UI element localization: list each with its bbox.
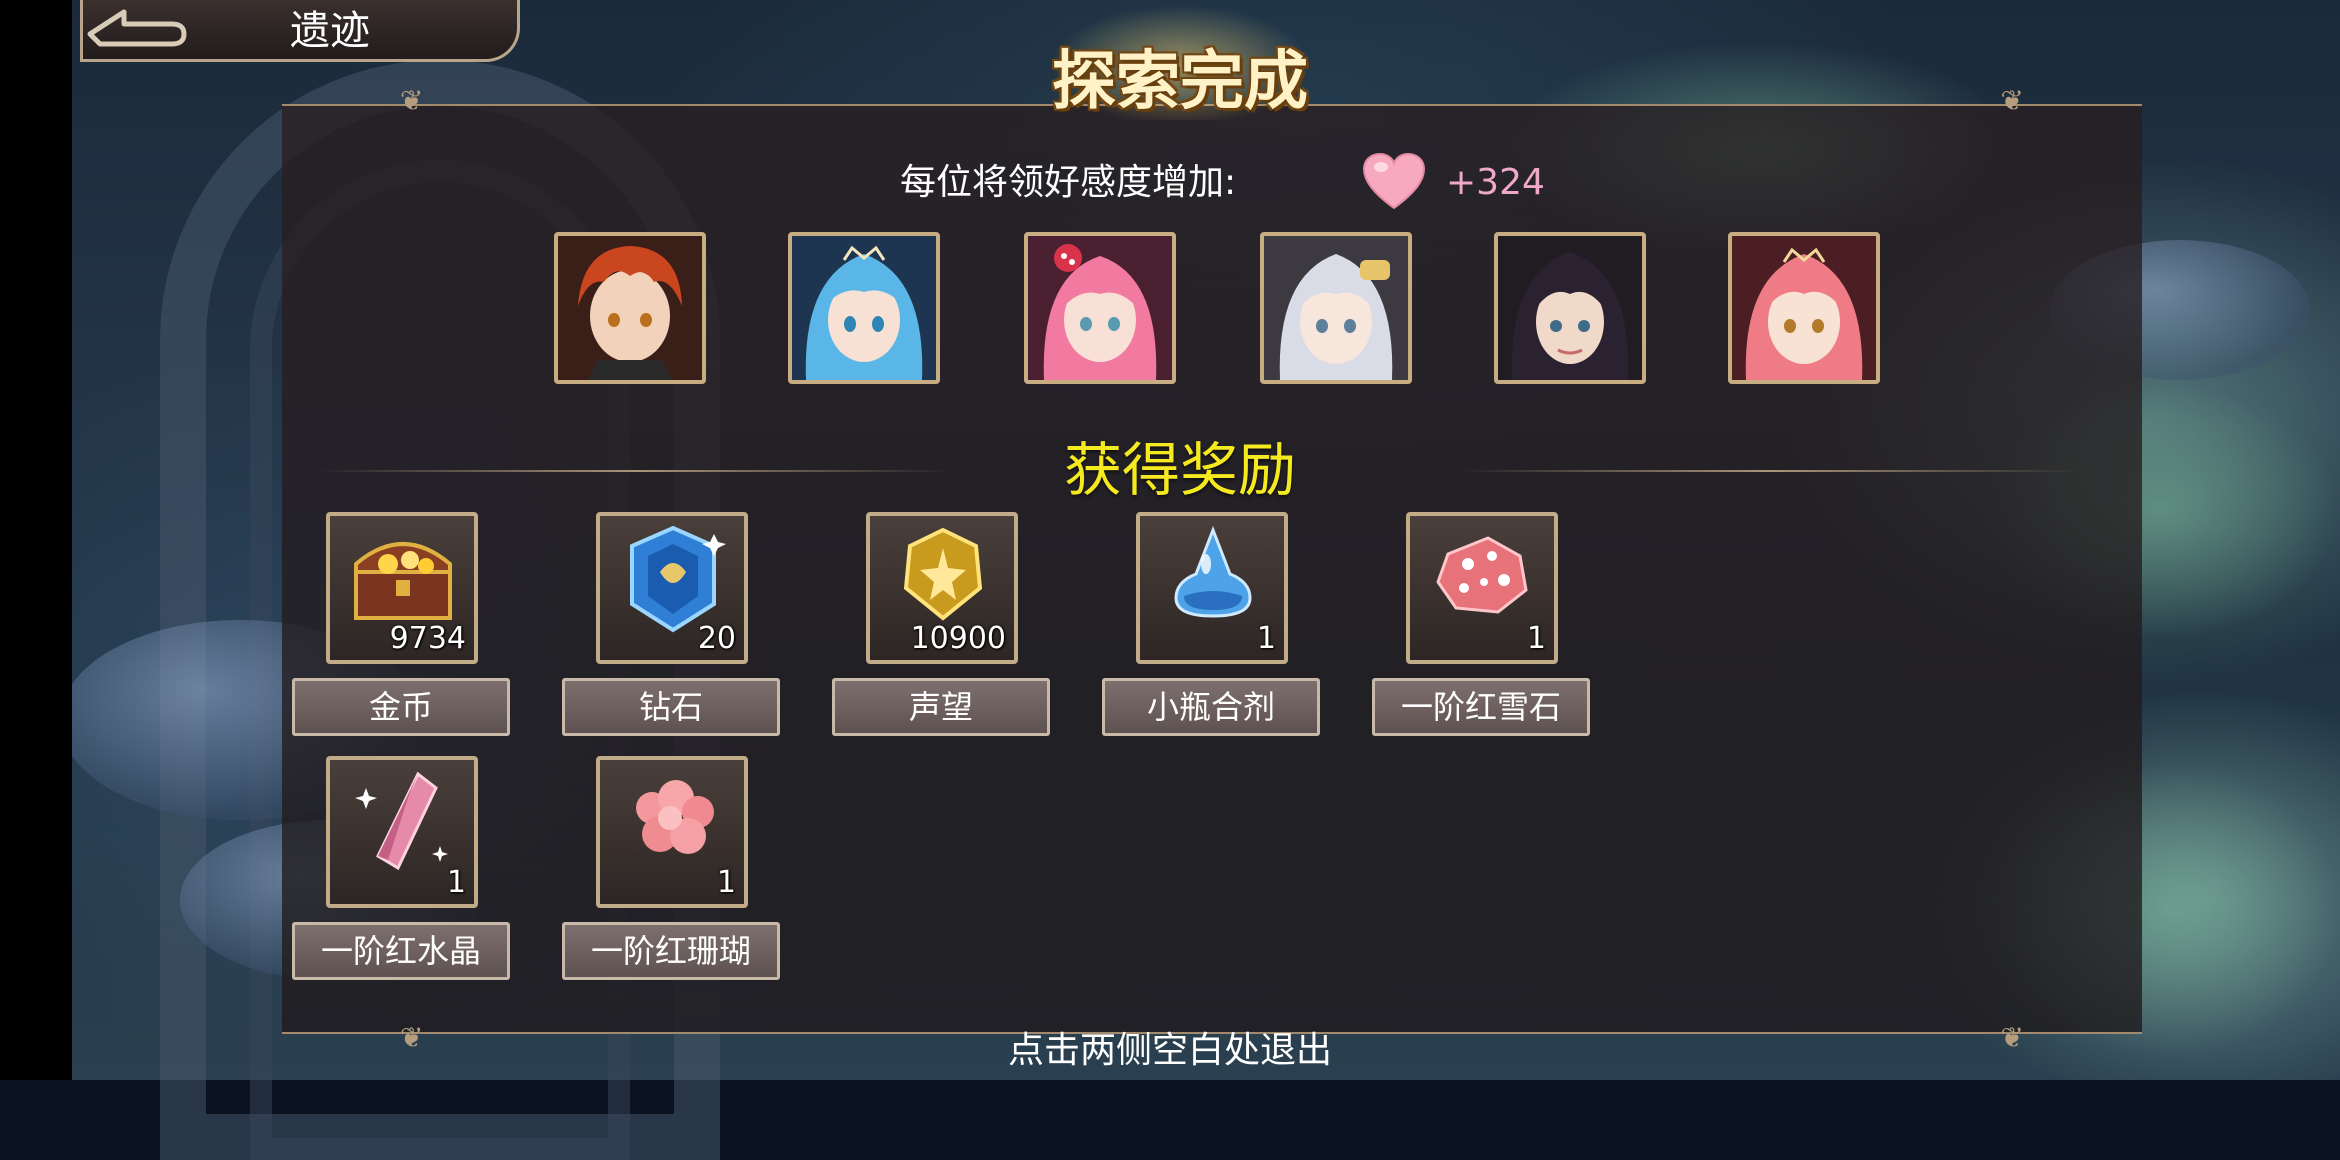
hero-portrait-1[interactable] bbox=[554, 232, 706, 384]
corner-ornament: ❦ bbox=[2000, 1021, 2024, 1054]
item-label: 一阶红雪石 bbox=[1372, 678, 1590, 736]
item-label: 小瓶合剂 bbox=[1102, 678, 1320, 736]
corner-ornament: ❦ bbox=[400, 84, 424, 117]
affection-value: +324 bbox=[1446, 162, 1545, 203]
reward-item-potion[interactable]: 1 bbox=[1136, 512, 1288, 664]
page-title: 探索完成 bbox=[1052, 45, 1308, 119]
potion-bottle-icon bbox=[1174, 525, 1252, 618]
item-count: 1 bbox=[446, 865, 466, 900]
reward-item-prestige[interactable]: 10900 bbox=[866, 512, 1018, 664]
screen-edge bbox=[0, 0, 72, 1080]
corner-ornament: ❦ bbox=[400, 1021, 424, 1054]
reward-item-gold[interactable]: 9734 bbox=[326, 512, 478, 664]
heart-icon bbox=[1362, 152, 1426, 212]
red-snow-stone-icon bbox=[1436, 536, 1528, 614]
hero-portrait-5[interactable] bbox=[1494, 232, 1646, 384]
item-label: 金币 bbox=[292, 678, 510, 736]
prestige-badge-icon bbox=[903, 527, 983, 621]
divider-left bbox=[320, 470, 950, 472]
hero-portrait-2[interactable] bbox=[788, 232, 940, 384]
treasure-chest-icon bbox=[354, 542, 452, 620]
hero-portrait-4[interactable] bbox=[1260, 232, 1412, 384]
back-arrow-icon bbox=[87, 9, 187, 47]
reward-item-diamond[interactable]: 20 bbox=[596, 512, 748, 664]
divider-right bbox=[1460, 470, 2080, 472]
item-label: 一阶红珊瑚 bbox=[562, 922, 780, 980]
hero-portrait-6[interactable] bbox=[1728, 232, 1880, 384]
hero-portrait-3[interactable] bbox=[1024, 232, 1176, 384]
corner-ornament: ❦ bbox=[2000, 84, 2024, 117]
item-count: 1 bbox=[1526, 621, 1546, 656]
exit-hint: 点击两侧空白处退出 bbox=[1007, 1030, 1332, 1071]
red-crystal-icon bbox=[355, 771, 448, 871]
reward-item-red-coral[interactable]: 1 bbox=[596, 756, 748, 908]
nav-title: 遗迹 bbox=[290, 8, 370, 54]
item-count: 20 bbox=[697, 621, 736, 656]
affection-label: 每位将领好感度增加: bbox=[900, 162, 1237, 203]
reward-item-red-snow-stone[interactable]: 1 bbox=[1406, 512, 1558, 664]
item-count: 1 bbox=[1256, 621, 1276, 656]
rewards-title: 获得奖励 bbox=[1063, 436, 1296, 504]
item-count: 9734 bbox=[389, 621, 466, 656]
item-count: 1 bbox=[716, 865, 736, 900]
item-label: 一阶红水晶 bbox=[292, 922, 510, 980]
reward-item-red-crystal[interactable]: 1 bbox=[326, 756, 478, 908]
item-count: 10900 bbox=[910, 621, 1006, 656]
item-label: 声望 bbox=[832, 678, 1050, 736]
item-label: 钻石 bbox=[562, 678, 780, 736]
back-button[interactable] bbox=[80, 4, 190, 56]
diamond-crest-icon bbox=[630, 525, 726, 633]
red-coral-icon bbox=[636, 780, 714, 854]
